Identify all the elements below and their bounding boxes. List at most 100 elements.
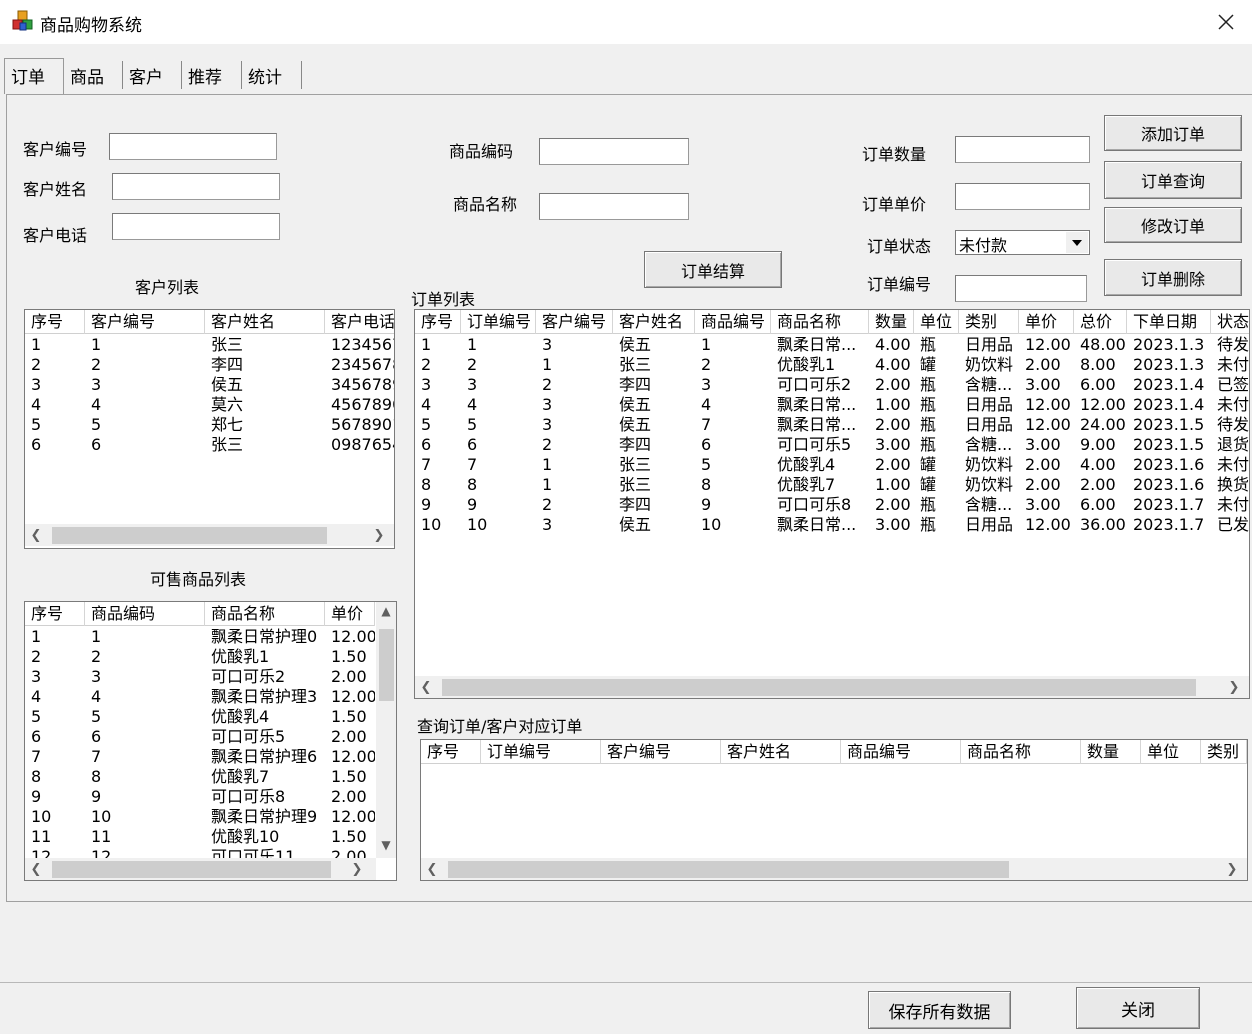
column-header[interactable]: 总价: [1074, 310, 1127, 334]
order-list-hscrollbar[interactable]: ❮ ❯: [415, 676, 1249, 698]
table-row[interactable]: 3 3 2 李四 3 可口可乐2 2.00 瓶 含糖... 3.00 6.00 2023.1.4 已签: [415, 375, 1249, 395]
product-list-hscrollbar[interactable]: ❮ ❯: [25, 858, 376, 880]
tab-customers[interactable]: 客户: [123, 61, 182, 89]
order-price-input[interactable]: [955, 183, 1090, 210]
product-code-input[interactable]: [539, 138, 689, 165]
save-all-button[interactable]: 保存所有数据: [868, 991, 1011, 1029]
chevron-left-icon[interactable]: ❮: [27, 525, 45, 545]
table-row[interactable]: 1 1 3 侯五 1 飘柔日常... 4.00 瓶 日用品 12.00 48.00 2023.1.3 待…: [415, 335, 1249, 355]
product-name-input[interactable]: [539, 193, 689, 220]
table-row[interactable]: 9 9 2 李四 9 可口可乐8 2.00 瓶 含糖... 3.00 6.00 2023.1.7 未付: [415, 495, 1249, 515]
table-row[interactable]: 10 10 飘柔日常护理9 12.00: [25, 807, 375, 827]
table-row[interactable]: 3 3 可口可乐2 2.00: [25, 667, 375, 687]
query-order-button[interactable]: 订单查询: [1104, 161, 1242, 199]
table-row[interactable]: 2 2 李四 2345678: [25, 355, 394, 375]
customer-name-input[interactable]: [112, 173, 280, 200]
table-row[interactable]: 7 7 飘柔日常护理6 12.00: [25, 747, 375, 767]
table-row[interactable]: 2 2 优酸乳1 1.50: [25, 647, 375, 667]
column-header[interactable]: 序号: [25, 310, 85, 334]
scroll-thumb[interactable]: [379, 629, 394, 701]
table-row[interactable]: 8 8 1 张三 8 优酸乳7 1.00 罐 奶饮料 2.00 2.00 2023.1.6 换货: [415, 475, 1249, 495]
column-header[interactable]: 单价: [1019, 310, 1074, 334]
table-row[interactable]: 5 5 郑七 5678901: [25, 415, 394, 435]
table-row[interactable]: 11 11 优酸乳10 1.50: [25, 827, 375, 847]
order-status-select[interactable]: 未付款: [955, 230, 1090, 255]
column-header[interactable]: 类别: [959, 310, 1019, 334]
table-row[interactable]: 8 8 优酸乳7 1.50: [25, 767, 375, 787]
add-order-button[interactable]: 添加订单: [1104, 115, 1242, 151]
column-header[interactable]: 类别: [1201, 740, 1247, 764]
column-header[interactable]: 商品名称: [961, 740, 1081, 764]
column-header[interactable]: 订单编号: [481, 740, 601, 764]
chevron-right-icon[interactable]: ❯: [1225, 677, 1243, 697]
tab-orders[interactable]: 订单: [4, 58, 64, 94]
column-header[interactable]: 客户姓名: [613, 310, 695, 334]
column-header[interactable]: 单位: [914, 310, 959, 334]
column-header[interactable]: 数量: [1081, 740, 1141, 764]
order-qty-input[interactable]: [955, 136, 1090, 163]
chevron-right-icon[interactable]: ❯: [1223, 859, 1241, 879]
column-header[interactable]: 商品名称: [771, 310, 869, 334]
table-row[interactable]: 1 1 张三 1234567: [25, 335, 394, 355]
column-header[interactable]: 商品编号: [695, 310, 771, 334]
table-row[interactable]: 4 4 莫六 4567890: [25, 395, 394, 415]
column-header[interactable]: 客户编号: [536, 310, 613, 334]
order-id-input[interactable]: [955, 275, 1087, 302]
column-header[interactable]: 序号: [25, 602, 85, 626]
tab-statistics[interactable]: 统计: [242, 61, 302, 89]
chevron-left-icon[interactable]: ❮: [417, 677, 435, 697]
product-list-vscrollbar[interactable]: ▲ ▼: [376, 602, 396, 858]
product-list-view[interactable]: 序号 商品编码 商品名称 单价 1 1 飘柔日常护理0 12.00 2 2 优酸乳1 1.50…: [24, 601, 397, 881]
column-header[interactable]: 序号: [421, 740, 481, 764]
column-header[interactable]: 客户编号: [601, 740, 721, 764]
column-header[interactable]: 商品编码: [85, 602, 205, 626]
customer-list-view[interactable]: 序号 客户编号 客户姓名 客户电话 1 1 张三 1234567 2 2 李四 2345678…: [24, 309, 395, 549]
table-row[interactable]: 7 7 1 张三 5 优酸乳4 2.00 罐 奶饮料 2.00 4.00 2023.1.6 未付: [415, 455, 1249, 475]
table-row[interactable]: 5 5 3 侯五 7 飘柔日常... 2.00 瓶 日用品 12.00 24.00 2023.1.5 待…: [415, 415, 1249, 435]
column-header[interactable]: 客户电话: [325, 310, 394, 334]
table-row[interactable]: 9 9 可口可乐8 2.00: [25, 787, 375, 807]
scroll-thumb[interactable]: [448, 861, 1009, 878]
customer-list-hscrollbar[interactable]: ❮ ❯: [25, 524, 394, 546]
table-row[interactable]: 1 1 飘柔日常护理0 12.00: [25, 627, 375, 647]
column-header[interactable]: 客户编号: [85, 310, 205, 334]
column-header[interactable]: 商品名称: [205, 602, 325, 626]
table-row[interactable]: 10 10 3 侯五 10 飘柔日常... 3.00 瓶 日用品 12.00 36.00 2023.1…: [415, 515, 1249, 535]
tab-recommend[interactable]: 推荐: [182, 61, 242, 89]
column-header[interactable]: 状态: [1211, 310, 1249, 334]
scroll-thumb[interactable]: [442, 679, 1196, 696]
close-button[interactable]: 关闭: [1076, 987, 1200, 1029]
table-row[interactable]: 3 3 侯五 3456789: [25, 375, 394, 395]
delete-order-button[interactable]: 订单删除: [1104, 259, 1242, 296]
close-window-button[interactable]: [1206, 6, 1246, 38]
table-row[interactable]: 5 5 优酸乳4 1.50: [25, 707, 375, 727]
query-list-view[interactable]: 序号 订单编号 客户编号 客户姓名 商品编号 商品名称 数量 单位 类别 ❮ ❯: [420, 739, 1248, 881]
checkout-order-button[interactable]: 订单结算: [644, 251, 782, 288]
scroll-thumb[interactable]: [52, 527, 327, 544]
chevron-right-icon[interactable]: ❯: [370, 525, 388, 545]
table-row[interactable]: 6 6 可口可乐5 2.00: [25, 727, 375, 747]
chevron-left-icon[interactable]: ❮: [27, 859, 45, 879]
column-header[interactable]: 商品编号: [841, 740, 961, 764]
table-row[interactable]: 4 4 3 侯五 4 飘柔日常... 1.00 瓶 日用品 12.00 12.00 2023.1.4 未…: [415, 395, 1249, 415]
column-header[interactable]: 数量: [869, 310, 914, 334]
scroll-thumb[interactable]: [52, 861, 331, 878]
modify-order-button[interactable]: 修改订单: [1104, 207, 1242, 243]
column-header[interactable]: 下单日期: [1127, 310, 1211, 334]
column-header[interactable]: 客户姓名: [721, 740, 841, 764]
chevron-left-icon[interactable]: ❮: [423, 859, 441, 879]
column-header[interactable]: 单价: [325, 602, 375, 626]
column-header[interactable]: 客户姓名: [205, 310, 325, 334]
chevron-down-icon[interactable]: ▼: [376, 836, 396, 854]
column-header[interactable]: 单位: [1141, 740, 1201, 764]
chevron-right-icon[interactable]: ❯: [348, 859, 366, 879]
table-row[interactable]: 4 4 飘柔日常护理3 12.00: [25, 687, 375, 707]
customer-phone-input[interactable]: [112, 213, 280, 240]
chevron-up-icon[interactable]: ▲: [376, 602, 396, 620]
tab-products[interactable]: 商品: [64, 61, 123, 89]
table-row[interactable]: 6 6 2 李四 6 可口可乐5 3.00 瓶 含糖... 3.00 9.00 2023.1.5 退货: [415, 435, 1249, 455]
table-row[interactable]: 2 2 1 张三 2 优酸乳1 4.00 罐 奶饮料 2.00 8.00 2023.1.3 未付: [415, 355, 1249, 375]
table-row[interactable]: 6 6 张三 0987654: [25, 435, 394, 455]
column-header[interactable]: 订单编号: [461, 310, 536, 334]
query-list-hscrollbar[interactable]: ❮ ❯: [421, 858, 1247, 880]
